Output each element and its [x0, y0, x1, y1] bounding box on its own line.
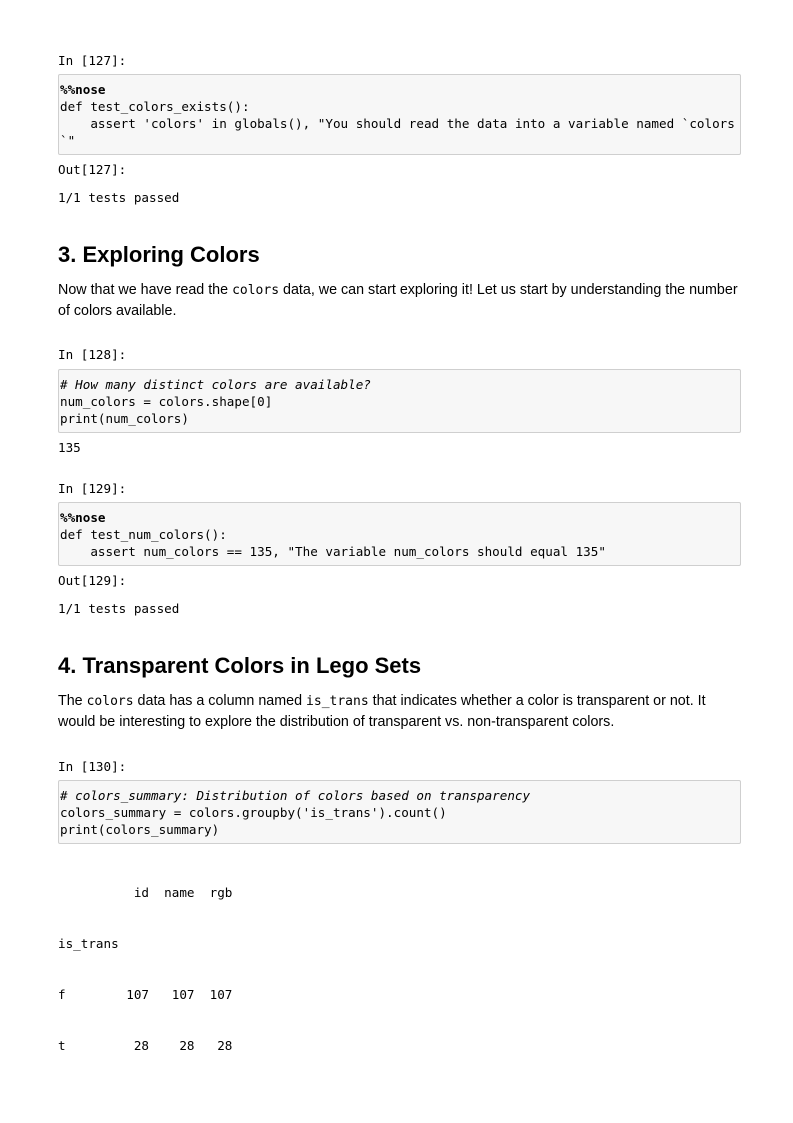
input-prompt-129: In [129]: [58, 481, 127, 496]
code-line: num_colors = colors.shape[0] [60, 394, 273, 409]
section-heading-3: 3. Exploring Colors [58, 242, 260, 267]
code-cell-127[interactable]: %%nose def test_colors_exists(): assert … [58, 74, 741, 155]
section-4-paragraph: The colors data has a column named is_tr… [58, 691, 741, 733]
output-line: f 107 107 107 [58, 987, 233, 1002]
code-line: colors_summary = colors.groupby('is_tran… [60, 805, 447, 820]
cell-output-127: 1/1 tests passed [58, 190, 180, 205]
code-cell-130[interactable]: # colors_summary: Distribution of colors… [58, 780, 741, 844]
input-prompt-128: In [128]: [58, 347, 127, 362]
code-cell-129[interactable]: %%nose def test_num_colors(): assert num… [58, 502, 741, 566]
output-line: t 28 28 28 [58, 1038, 233, 1053]
code-line: def test_num_colors(): [60, 527, 227, 542]
inline-code: is_trans [306, 694, 369, 709]
code-line: print(num_colors) [60, 411, 189, 426]
code-line: print(colors_summary) [60, 822, 220, 837]
para-text: The [58, 693, 87, 709]
code-line: assert 'colors' in globals(), "You shoul… [60, 116, 735, 148]
cell-output-129: 1/1 tests passed [58, 601, 180, 616]
section-3-paragraph: Now that we have read the colors data, w… [58, 280, 741, 322]
inline-code: colors [86, 694, 134, 709]
para-text: data has a column named [133, 693, 307, 709]
section-heading-4: 4. Transparent Colors in Lego Sets [58, 653, 422, 678]
output-prompt-129: Out[129]: [58, 573, 127, 588]
code-line: %%nose [60, 510, 106, 525]
code-line: def test_colors_exists(): [60, 99, 250, 114]
code-line: # How many distinct colors are available… [60, 377, 371, 392]
para-text: Now that we have read the [58, 282, 233, 298]
code-cell-128[interactable]: # How many distinct colors are available… [58, 369, 741, 433]
input-prompt-127: In [127]: [58, 53, 127, 68]
inline-code: colors [232, 283, 280, 298]
code-line: %%nose [60, 82, 106, 97]
code-line: # colors_summary: Distribution of colors… [60, 788, 531, 803]
input-prompt-130: In [130]: [58, 759, 127, 774]
code-line: assert num_colors == 135, "The variable … [60, 544, 606, 559]
output-line: is_trans [58, 936, 119, 951]
output-prompt-127: Out[127]: [58, 162, 127, 177]
cell-output-130: id name rgb is_trans f 107 107 107 t 28 … [58, 850, 232, 1088]
cell-output-128: 135 [58, 440, 81, 455]
output-line: id name rgb [58, 885, 233, 900]
